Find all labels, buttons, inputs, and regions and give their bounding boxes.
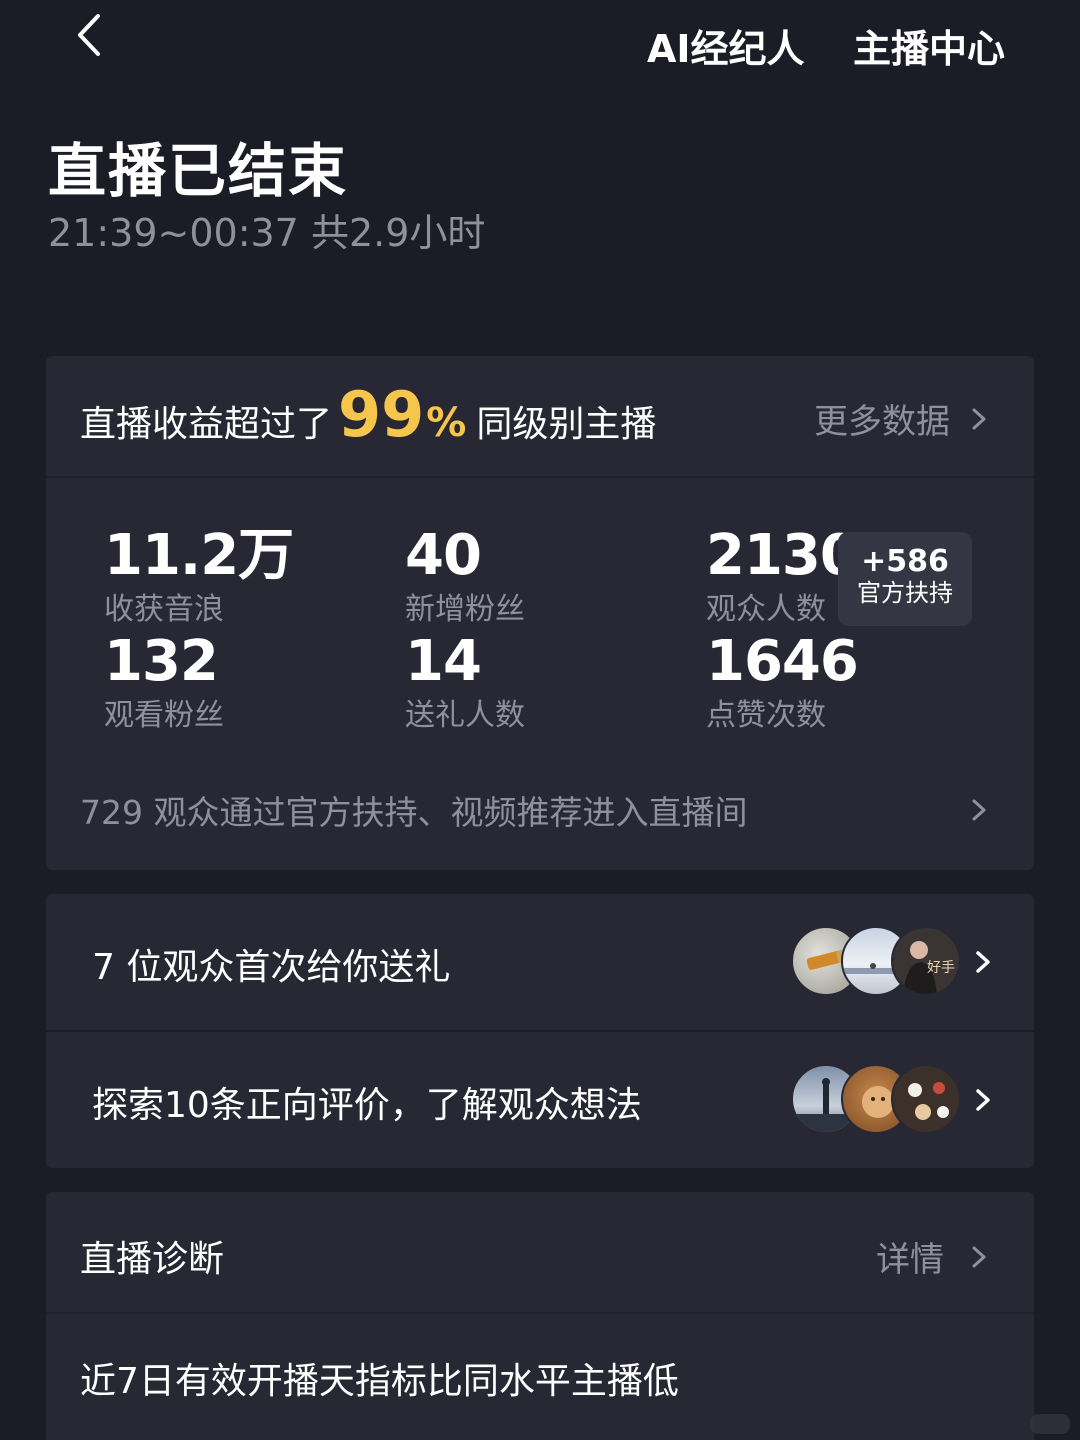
more-data-label: 更多数据 — [814, 402, 950, 442]
chevron-right-icon[interactable] — [964, 792, 994, 828]
ai-agent-link[interactable]: AI经纪人 — [647, 18, 805, 73]
back-button[interactable] — [70, 10, 114, 60]
earnings-rank: 直播收益超过了 99 % 同级别主播 — [80, 378, 656, 458]
official-support-value: +586 — [861, 544, 949, 579]
stat-gift-senders: 14 送礼人数 — [405, 632, 525, 736]
stat-label: 送礼人数 — [405, 698, 525, 733]
chevron-right-icon — [976, 1089, 990, 1111]
first-gift-text: 7 位观众首次给你送礼 — [92, 947, 451, 988]
stat-likes: 1646 点赞次数 — [706, 629, 859, 736]
chevron-right-icon — [976, 951, 990, 973]
stat-value: 1646 — [706, 629, 859, 694]
stat-value: 11.2万 — [104, 523, 294, 588]
stat-value: 40 — [405, 523, 482, 588]
watermark — [1030, 1414, 1070, 1434]
back-arrow-icon — [78, 14, 100, 56]
stat-value: 14 — [405, 629, 482, 694]
avatar — [891, 1064, 961, 1134]
earnings-rank-suffix: 同级别主播 — [476, 404, 657, 445]
live-summary-card: 直播收益超过了 99 % 同级别主播 更多数据 11.2万 收获音浪 40 新增… — [46, 356, 1034, 870]
stat-label: 观看粉丝 — [104, 698, 224, 733]
official-support-label: 官方扶持 — [857, 579, 953, 607]
chevron-right-icon — [972, 1246, 986, 1267]
earnings-rank-prefix: 直播收益超过了 — [80, 404, 333, 445]
live-duration: 21:39~00:37 共2.9小时 — [48, 211, 486, 255]
divider — [46, 476, 1034, 478]
page-title: 直播已结束 — [48, 137, 349, 205]
diagnosis-detail-link[interactable]: 详情 — [876, 1232, 994, 1281]
diagnosis-detail-label: 详情 — [876, 1240, 944, 1280]
svg-text:好手: 好手 — [927, 960, 955, 976]
stat-new-followers: 40 新增粉丝 — [405, 526, 525, 630]
top-bar: AI经纪人 主播中心 — [0, 0, 1080, 90]
official-support-badge: +586 官方扶持 — [838, 532, 972, 626]
stat-value: 132 — [104, 629, 219, 694]
positive-reviews-text: 探索10条正向评价，了解观众想法 — [92, 1085, 642, 1126]
earnings-rank-percent-sign: % — [426, 400, 467, 446]
stat-value: 2130 — [706, 523, 859, 588]
diagnosis-title: 直播诊断 — [80, 1239, 225, 1280]
diagnosis-text: 近7日有效开播天指标比同水平主播低 — [80, 1361, 679, 1402]
live-diagnosis-card: 直播诊断 详情 近7日有效开播天指标比同水平主播低 — [46, 1192, 1034, 1440]
earnings-rank-percent: 99 — [338, 378, 425, 451]
anchor-center-link[interactable]: 主播中心 — [853, 18, 1005, 73]
positive-reviews-row[interactable]: 探索10条正向评价，了解观众想法 — [46, 1032, 1034, 1168]
stat-label: 收获音浪 — [104, 592, 224, 627]
gift-avatars: 好手 — [791, 926, 961, 998]
more-data-link[interactable]: 更多数据 — [814, 394, 994, 443]
stat-label: 观众人数 — [706, 592, 826, 627]
divider — [46, 1312, 1034, 1314]
stat-label: 点赞次数 — [706, 698, 826, 733]
viewer-source-link[interactable]: 729 观众通过官方扶持、视频推荐进入直播间 — [80, 786, 747, 834]
first-gift-row[interactable]: 7 位观众首次给你送礼 好手 — [46, 894, 1034, 1030]
stat-label: 新增粉丝 — [405, 592, 525, 627]
avatar: 好手 — [891, 926, 961, 996]
review-avatars — [791, 1064, 961, 1136]
chevron-right-icon — [972, 408, 986, 429]
stat-viewers: 2130 观众人数 — [706, 523, 859, 630]
stat-follower-viewers: 132 观看粉丝 — [104, 632, 224, 736]
stat-sound-waves: 11.2万 收获音浪 — [104, 523, 294, 630]
